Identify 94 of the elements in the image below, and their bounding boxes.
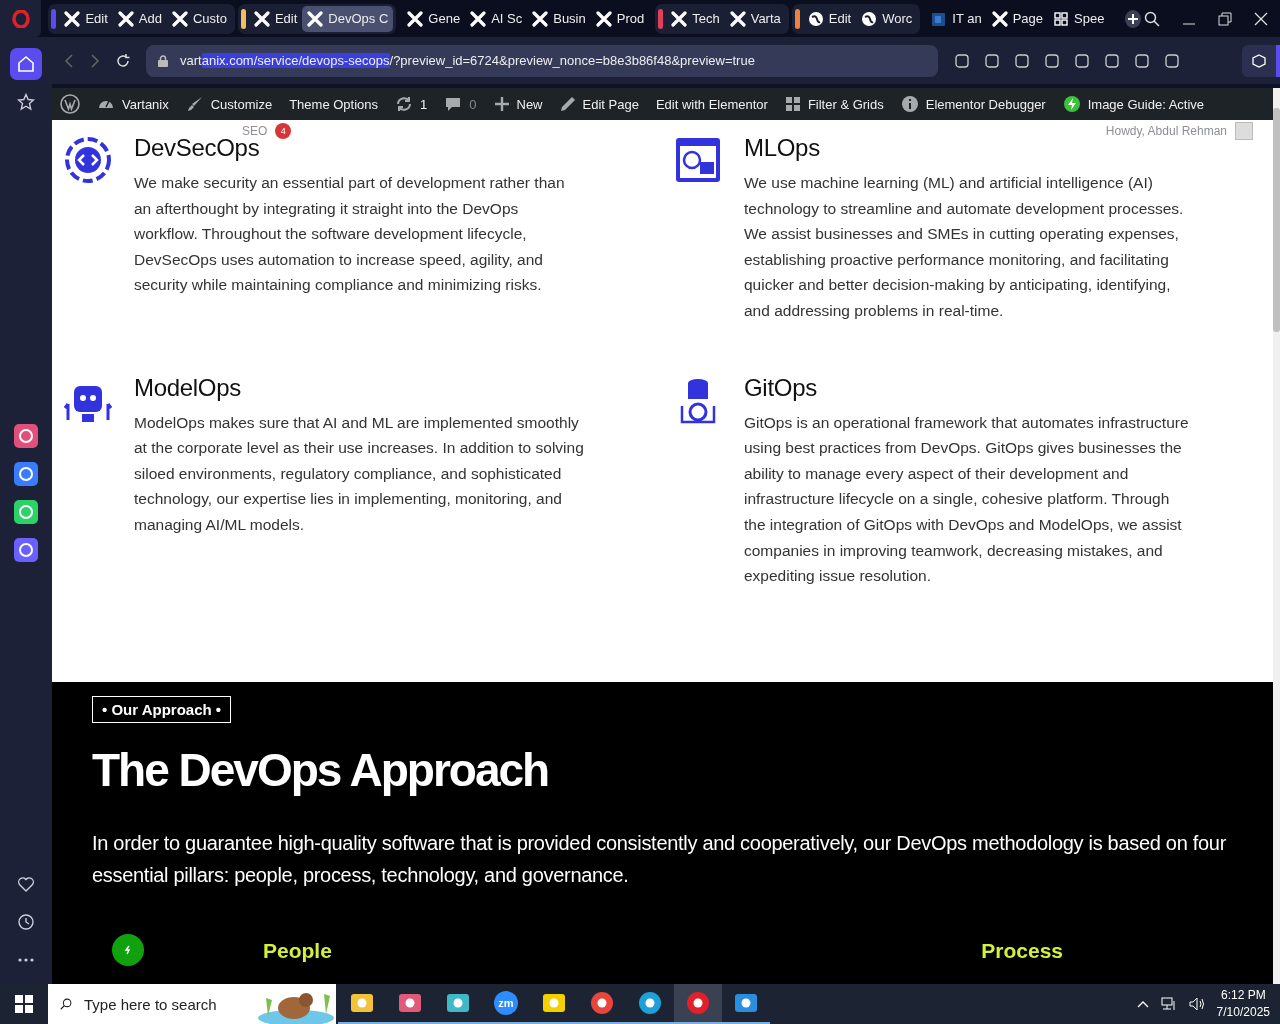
browser-tab[interactable]: Edit — [248, 5, 303, 32]
windows-start-icon[interactable] — [15, 995, 33, 1013]
x-logo-icon — [64, 10, 81, 27]
lightning-icon — [123, 945, 133, 955]
network-icon[interactable] — [1160, 997, 1177, 1011]
browser-tab[interactable]: Tech — [666, 5, 725, 32]
search-icon — [60, 996, 72, 1012]
new-tab-button[interactable] — [1125, 9, 1141, 28]
browser-tab[interactable]: Varta — [724, 5, 786, 32]
extensions-button[interactable] — [1242, 44, 1280, 77]
x-logo-icon — [595, 10, 612, 27]
x-logo-icon — [407, 10, 424, 27]
x-logo-icon — [470, 10, 487, 27]
x-logo-icon — [532, 10, 549, 27]
admin-bar-item[interactable]: Image Guide: Active — [1062, 95, 1205, 113]
browser-tab[interactable]: Worc — [856, 5, 918, 32]
section-intro: In order to guarantee high-quality software that is provided consistently and cooperatively, our DevOps methodology is based on four essential pillars: people, process, technology, and governance. — [92, 831, 1228, 888]
x-logo-icon — [172, 10, 188, 27]
section-heading: The DevOps Approach — [92, 743, 550, 797]
browser-tab[interactable]: Page — [986, 5, 1049, 32]
code-gear-icon — [64, 136, 112, 184]
browser-tab[interactable]: Edit — [802, 5, 857, 32]
search-icon[interactable] — [1144, 10, 1160, 27]
browser-tab[interactable]: IT an — [926, 5, 987, 32]
admin-bar-item[interactable]: New — [493, 96, 543, 112]
service-description: We make security an essential part of development rather than an afterthought by integrating it straight into the DevOps workflow. Throughout the software development lifecycle, DevSecOps uses automation to increase speed, agility, and security while maintaining compliance and minimizing risks. — [134, 173, 566, 296]
service-title: MLOps — [744, 134, 821, 162]
info-icon — [900, 95, 919, 113]
admin-bar-item[interactable]: Edit with Elementor — [655, 96, 768, 112]
x-logo-icon — [253, 10, 270, 27]
tab-group-marker[interactable] — [240, 8, 246, 29]
cube-icon — [1252, 53, 1266, 68]
browser-tab[interactable]: Prod — [590, 5, 650, 32]
pencil-icon — [559, 96, 576, 112]
section-badge: • Our Approach • — [92, 696, 232, 723]
browser-tab[interactable]: Custo — [167, 5, 232, 32]
admin-bar-item[interactable]: Theme Options — [289, 96, 379, 112]
taskbar-search-bar[interactable]: Type here to search — [48, 984, 336, 1024]
wordpress-logo-icon[interactable] — [60, 94, 80, 114]
globe-icon — [861, 10, 878, 27]
document-icon — [931, 10, 948, 27]
browser-tab[interactable]: Busin — [527, 5, 591, 32]
comment-icon — [444, 95, 463, 113]
admin-bar-item[interactable]: Elementor Debugger — [900, 95, 1046, 113]
browser-tab[interactable]: Add — [112, 5, 167, 32]
browser-tab[interactable]: Spee — [1048, 5, 1110, 32]
opera-logo-icon[interactable] — [0, 0, 42, 37]
brain-screen-icon — [674, 136, 722, 184]
lightning-icon — [1062, 95, 1081, 113]
chevron-up-icon[interactable] — [1136, 1000, 1149, 1008]
x-logo-icon — [307, 10, 324, 27]
search-input[interactable]: Type here to search — [82, 994, 246, 1014]
browser-tab[interactable]: DevOps C — [302, 5, 394, 32]
service-description: We use machine learning (ML) and artificial intelligence (AI) technology to streamline and automate development processes. We assist businesses and SMEs in cutting operating expenses, establishing proactive performance monitoring, and facilitating quicker and better decision-making by anticipating, identifying, and addressing problems in real-time. — [744, 173, 1185, 321]
forward-icon[interactable] — [90, 53, 100, 68]
admin-bar-item[interactable]: 1 — [395, 95, 428, 113]
grid-icon — [784, 96, 801, 112]
notification-count: 4 — [275, 123, 292, 139]
globe-icon — [807, 10, 824, 27]
admin-bar-item[interactable]: Vartanix — [97, 95, 169, 113]
service-title: GitOps — [744, 373, 818, 402]
admin-bar-item[interactable]: Customize — [185, 95, 273, 113]
plus-icon — [493, 96, 510, 112]
volume-icon[interactable] — [1188, 997, 1205, 1011]
service-description: GitOps is an operational framework that automates infrastructure using best practices from DevOps. GitOps gives businesses the ability to manage every aspect of their development and infrastructure lifecycle on a single, cohesive platform. Through the integration of GitOps with DevOps and ModelOps, we assist companies in improving teamwork, decreasing mistakes, and expediting issue resolution. — [744, 412, 1190, 587]
close-icon[interactable] — [1254, 11, 1268, 26]
pillar-title: Process — [981, 939, 1063, 963]
tab-group-marker[interactable] — [658, 8, 664, 29]
home-icon[interactable] — [10, 48, 42, 80]
browser-tab[interactable]: Edit — [59, 5, 113, 32]
admin-bar-item[interactable]: Filter & Grids — [784, 96, 884, 112]
lock-icon — [158, 54, 168, 67]
clock-time[interactable]: 6:12 PM — [1220, 987, 1266, 1004]
brush-icon — [185, 95, 204, 113]
clock-date[interactable]: 7/10/2025 — [1216, 1004, 1270, 1021]
browser-tab[interactable]: AI Sc — [465, 5, 528, 32]
tab-group-marker[interactable] — [51, 8, 57, 29]
x-logo-icon — [117, 10, 134, 27]
restore-icon[interactable] — [1218, 11, 1232, 26]
reload-icon[interactable] — [116, 53, 130, 68]
grid-icon — [1053, 10, 1070, 27]
scrollbar[interactable] — [1273, 88, 1280, 984]
back-icon[interactable] — [64, 53, 74, 68]
service-title: ModelOps — [134, 373, 242, 402]
tab-group-marker[interactable] — [794, 8, 800, 29]
pillar-title: People — [263, 939, 332, 963]
browser-tab[interactable]: Gene — [402, 5, 466, 32]
admin-bar-item[interactable]: Edit Page — [559, 96, 639, 112]
x-logo-icon — [991, 10, 1008, 27]
refresh-icon — [395, 95, 414, 113]
floating-action-button[interactable] — [112, 934, 144, 966]
x-logo-icon — [729, 10, 746, 27]
x-logo-icon — [671, 10, 688, 27]
service-description: ModelOps makes sure that AI and ML are implemented smoothly at the corporate level as their use increases. In addition to solving siloed environments, regulatory compliance, and sophisticated technology, our expertise lies in implementing, monitoring, and managing AI/ML models. — [134, 412, 584, 535]
